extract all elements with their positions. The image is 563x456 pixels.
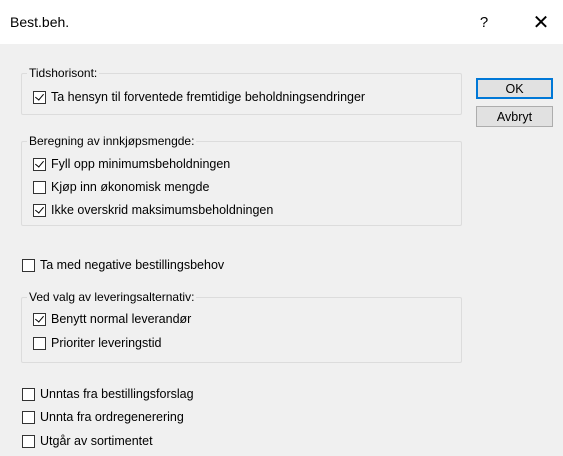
group-time-horizon: Tidshorisont: Ta hensyn til forventede f… [21,66,462,115]
checkbox-label: Unntas fra bestillingsforslag [40,387,194,401]
checkbox-box[interactable] [22,434,35,448]
window-title: Best.beh. [10,14,70,30]
checkbox-not-exceed-maximum[interactable]: Ikke overskrid maksimumsbeholdningen [33,203,273,217]
checkbox-exempt-order-proposal[interactable]: Unntas fra bestillingsforslag [22,387,194,401]
checkbox-label: Fyll opp minimumsbeholdningen [51,157,231,171]
dialog-body: Tidshorisont: Ta hensyn til forventede f… [0,44,563,456]
checkbox-exempt-order-generation[interactable]: Unnta fra ordregenerering [22,410,184,424]
checkbox-negative-needs[interactable]: Ta med negative bestillingsbehov [22,258,224,272]
title-bar: Best.beh. ? ✕ [0,0,563,44]
checkbox-label: Benytt normal leverandør [51,312,192,326]
checkbox-label: Ta hensyn til forventede fremtidige beho… [51,90,366,104]
close-button[interactable]: ✕ [526,8,556,36]
checkbox-discontinued[interactable]: Utgår av sortimentet [22,434,153,448]
checkbox-box[interactable] [33,336,46,350]
checkbox-label: Prioriter leveringstid [51,336,162,350]
checkbox-label: Unnta fra ordregenerering [40,410,184,424]
checkbox-box[interactable] [33,312,46,326]
checkbox-box[interactable] [33,157,46,171]
checkbox-label: Ta med negative bestillingsbehov [40,258,225,272]
group-delivery-alternative-label: Ved valg av leveringsalternativ: [27,290,197,304]
checkbox-normal-supplier[interactable]: Benytt normal leverandør [33,312,191,326]
group-purchase-quantity-label: Beregning av innkjøpsmengde: [27,134,197,148]
help-button[interactable]: ? [470,8,498,36]
checkbox-label: Utgår av sortimentet [40,434,153,448]
checkbox-box[interactable] [33,203,46,217]
checkbox-future-changes[interactable]: Ta hensyn til forventede fremtidige beho… [33,90,365,104]
checkbox-box[interactable] [22,387,35,401]
checkbox-box[interactable] [33,90,46,104]
ok-button[interactable]: OK [476,78,553,99]
checkbox-box[interactable] [22,258,35,272]
checkbox-box[interactable] [33,180,46,194]
checkbox-fill-minimum[interactable]: Fyll opp minimumsbeholdningen [33,157,230,171]
checkbox-label: Kjøp inn økonomisk mengde [51,180,210,194]
cancel-button[interactable]: Avbryt [476,106,553,127]
checkbox-label: Ikke overskrid maksimumsbeholdningen [51,203,274,217]
checkbox-box[interactable] [22,410,35,424]
checkbox-prioritize-delivery[interactable]: Prioriter leveringstid [33,336,161,350]
group-delivery-alternative: Ved valg av leveringsalternativ: Benytt … [21,290,462,363]
checkbox-economic-quantity[interactable]: Kjøp inn økonomisk mengde [33,180,209,194]
group-time-horizon-label: Tidshorisont: [27,66,100,80]
group-purchase-quantity: Beregning av innkjøpsmengde: Fyll opp mi… [21,134,462,226]
